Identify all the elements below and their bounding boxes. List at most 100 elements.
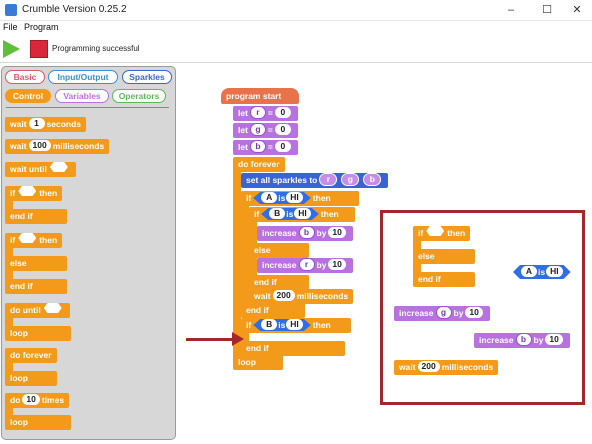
category-basic[interactable]: Basic [5,70,45,84]
value-pill[interactable]: 10 [545,334,563,345]
loose-increase-b[interactable]: increase b by 10 [474,333,570,348]
menu-program[interactable]: Program [24,22,59,32]
value-pill[interactable]: 10 [328,259,346,270]
condition-slot[interactable] [43,303,62,313]
value-pill[interactable]: 10 [328,227,346,238]
variable-pill[interactable]: b [249,140,266,153]
condition-slot[interactable] [18,186,37,196]
palette-do-times[interactable]: do 10 times [5,393,70,408]
block-keyword: times [41,395,65,405]
loose-condition[interactable]: Ais HI [511,265,573,280]
let-b-block[interactable]: let b = 0 [233,140,298,155]
block-keyword: = [267,142,273,152]
loose-increase-g[interactable]: increase g by 10 [394,306,490,321]
close-button[interactable]: ✕ [562,1,592,19]
value-pill[interactable]: 10 [465,307,483,318]
condition-a-hi[interactable]: Ais HI [253,192,311,204]
input-pill[interactable]: A [261,192,277,203]
menu-file[interactable]: File [3,22,18,32]
if-b2-block[interactable]: if Bis HI then [241,318,351,333]
block-keyword: seconds [46,119,82,129]
state-pill[interactable]: HI [286,319,303,330]
block-keyword: let [238,125,248,135]
variable-pill[interactable]: g [435,306,452,319]
block-keyword: if [246,320,252,330]
block-keyword: if [246,193,252,203]
else-block: else [249,243,309,258]
condition-b-hi[interactable]: Bis HI [261,208,319,220]
category-sparkles[interactable]: Sparkles [122,70,172,84]
condition-b2-hi[interactable]: Bis HI [253,319,311,331]
value-pill[interactable]: 0 [274,141,291,152]
palette-if-else[interactable]: if then [5,233,63,248]
value-pill[interactable]: 200 [272,290,295,301]
block-keyword: increase [262,228,297,238]
block-keyword: is [278,320,286,330]
state-pill[interactable]: HI [286,192,303,203]
if-a-block[interactable]: if Ais HI then [241,191,359,206]
block-keyword: by [316,228,327,238]
variable-pill[interactable]: g [249,123,266,136]
palette-wait-ms[interactable]: wait 100 milliseconds [5,139,110,154]
input-pill[interactable]: B [261,319,277,330]
loose-wait-block[interactable]: wait 200 milliseconds [394,360,499,375]
variable-pill[interactable]: b [515,333,532,346]
block-keyword: increase [399,308,434,318]
value-pill[interactable]: 200 [417,361,440,372]
block-keyword: wait [399,362,416,372]
variable-pill[interactable]: r [298,258,315,271]
input-pill[interactable]: B [269,208,285,219]
category-operators[interactable]: Operators [112,89,166,103]
variable-pill[interactable]: r [249,106,266,119]
arrow-head-icon [232,332,244,346]
palette-do-forever[interactable]: do forever [5,348,57,363]
increase-b-block[interactable]: increase b by 10 [257,226,353,241]
block-keyword: if [254,209,260,219]
arrow-line [186,338,236,341]
palette-do-until[interactable]: do until [5,303,70,318]
let-r-block[interactable]: let r = 0 [233,106,298,121]
value-pill[interactable]: 0 [274,107,291,118]
if-b-block[interactable]: if Bis HI then [249,207,355,222]
block-keyword: milliseconds [441,362,494,372]
variable-pill[interactable]: b [363,173,382,186]
block-keyword: if [418,228,424,238]
program-start-block[interactable]: program start [221,88,299,104]
value-pill[interactable]: 100 [28,140,51,151]
condition-a-hi[interactable]: Ais HI [513,265,571,279]
state-pill[interactable]: HI [294,208,311,219]
variable-pill[interactable]: g [341,173,360,186]
do-forever-block[interactable]: do forever [233,157,285,172]
variable-pill[interactable]: r [319,173,338,186]
palette-if-then[interactable]: if then [5,186,63,201]
state-pill[interactable]: HI [546,266,563,277]
palette-wait-seconds[interactable]: wait 1 seconds [5,117,87,132]
value-pill[interactable]: 10 [22,394,40,405]
input-pill[interactable]: A [521,266,537,277]
block-keyword: wait [254,291,271,301]
run-icon[interactable] [3,40,20,58]
block-keyword: by [316,260,327,270]
let-g-block[interactable]: let g = 0 [233,123,298,138]
block-keyword: let [238,108,248,118]
set-sparkles-block[interactable]: set all sparkles to r g b [241,173,389,188]
maximize-button[interactable]: ☐ [532,1,562,19]
wait-200-block[interactable]: wait 200 milliseconds [249,289,354,304]
variable-pill[interactable]: b [298,226,315,239]
value-pill[interactable]: 0 [274,124,291,135]
minimize-button[interactable]: – [496,1,526,19]
condition-slot[interactable] [18,233,37,243]
block-keyword: then [39,235,58,245]
block-keyword: then [312,193,331,203]
category-variables[interactable]: Variables [55,89,109,103]
increase-r-block[interactable]: increase r by 10 [257,258,353,273]
category-input-output[interactable]: Input/Output [48,70,118,84]
category-control[interactable]: Control [5,89,51,103]
value-pill[interactable]: 1 [28,118,45,129]
loose-else: else [413,249,475,264]
loose-if-block[interactable]: if then [413,226,471,241]
stop-icon[interactable] [30,40,48,58]
condition-slot[interactable] [49,162,68,172]
palette-wait-until[interactable]: wait until [5,162,76,177]
condition-slot[interactable] [426,226,445,236]
